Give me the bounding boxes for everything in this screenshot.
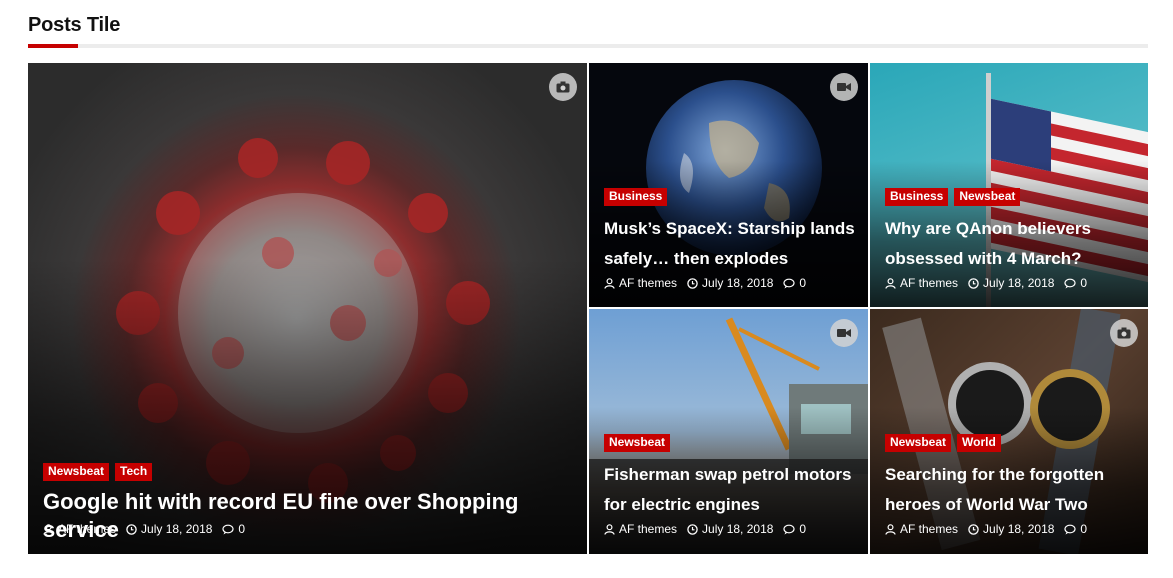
- post-author[interactable]: AF themes: [58, 522, 116, 536]
- category-tag[interactable]: Newsbeat: [43, 463, 110, 481]
- post-tile[interactable]: Newsbeat Fisherman swap petrol motors fo…: [589, 309, 868, 554]
- category-tag[interactable]: Newsbeat: [885, 434, 952, 452]
- category-tag[interactable]: Tech: [115, 463, 153, 481]
- clock-icon: [126, 523, 137, 535]
- post-date[interactable]: July 18, 2018: [983, 522, 1054, 536]
- post-author[interactable]: AF themes: [900, 522, 958, 536]
- user-icon: [885, 277, 896, 289]
- post-tile[interactable]: Newsbeat World Searching for the forgott…: [870, 309, 1148, 554]
- post-tile[interactable]: Business Newsbeat Why are QAnon believer…: [870, 63, 1148, 307]
- post-tile-featured[interactable]: Newsbeat Tech Google hit with record EU …: [28, 63, 587, 554]
- post-date[interactable]: July 18, 2018: [702, 522, 773, 536]
- category-tag[interactable]: Newsbeat: [954, 188, 1021, 206]
- post-comments[interactable]: 0: [238, 522, 245, 536]
- clock-icon: [687, 523, 698, 535]
- camera-icon: [1110, 319, 1138, 347]
- post-author[interactable]: AF themes: [900, 276, 958, 290]
- video-icon: [830, 73, 858, 101]
- category-tag[interactable]: Business: [885, 188, 949, 206]
- post-categories: Business Newsbeat: [885, 188, 1021, 206]
- post-title[interactable]: Why are QAnon believers obsessed with 4 …: [885, 214, 1136, 274]
- post-meta: AF themes July 18, 2018 0: [604, 276, 816, 290]
- post-title[interactable]: Fisherman swap petrol motors for electri…: [604, 460, 856, 520]
- post-title[interactable]: Musk’s SpaceX: Starship lands safely… th…: [604, 214, 856, 274]
- clock-icon: [687, 277, 698, 289]
- user-icon: [43, 523, 54, 535]
- comment-icon: [222, 524, 235, 534]
- post-date[interactable]: July 18, 2018: [983, 276, 1054, 290]
- post-title[interactable]: Searching for the forgotten heroes of Wo…: [885, 460, 1136, 520]
- clock-icon: [968, 277, 979, 289]
- user-icon: [604, 277, 615, 289]
- comment-icon: [1064, 524, 1077, 534]
- post-author[interactable]: AF themes: [619, 276, 677, 290]
- user-icon: [885, 523, 896, 535]
- post-date[interactable]: July 18, 2018: [141, 522, 212, 536]
- post-categories: Newsbeat World: [885, 434, 1001, 452]
- video-icon: [830, 319, 858, 347]
- comment-icon: [783, 278, 796, 288]
- clock-icon: [968, 523, 979, 535]
- post-meta: AF themes July 18, 2018 0: [885, 276, 1097, 290]
- comment-icon: [1064, 278, 1077, 288]
- user-icon: [604, 523, 615, 535]
- category-tag[interactable]: World: [957, 434, 1001, 452]
- post-date[interactable]: July 18, 2018: [702, 276, 773, 290]
- comment-icon: [783, 524, 796, 534]
- post-author[interactable]: AF themes: [619, 522, 677, 536]
- section-title: Posts Tile: [28, 14, 121, 36]
- post-comments[interactable]: 0: [799, 276, 806, 290]
- post-meta: AF themes July 18, 2018 0: [885, 522, 1097, 536]
- post-comments[interactable]: 0: [1080, 276, 1087, 290]
- category-tag[interactable]: Newsbeat: [604, 434, 671, 452]
- post-meta: AF themes July 18, 2018 0: [43, 522, 255, 536]
- section-divider: [28, 44, 1148, 48]
- section-header: Posts Tile: [28, 0, 1148, 48]
- post-categories: Newsbeat: [604, 434, 671, 452]
- post-meta: AF themes July 18, 2018 0: [604, 522, 816, 536]
- camera-icon: [549, 73, 577, 101]
- post-categories: Business: [604, 188, 668, 206]
- post-comments[interactable]: 0: [799, 522, 806, 536]
- category-tag[interactable]: Business: [604, 188, 668, 206]
- post-tile[interactable]: Business Musk’s SpaceX: Starship lands s…: [589, 63, 868, 307]
- post-categories: Newsbeat Tech: [43, 463, 153, 481]
- post-comments[interactable]: 0: [1080, 522, 1087, 536]
- section-divider-accent: [28, 44, 78, 48]
